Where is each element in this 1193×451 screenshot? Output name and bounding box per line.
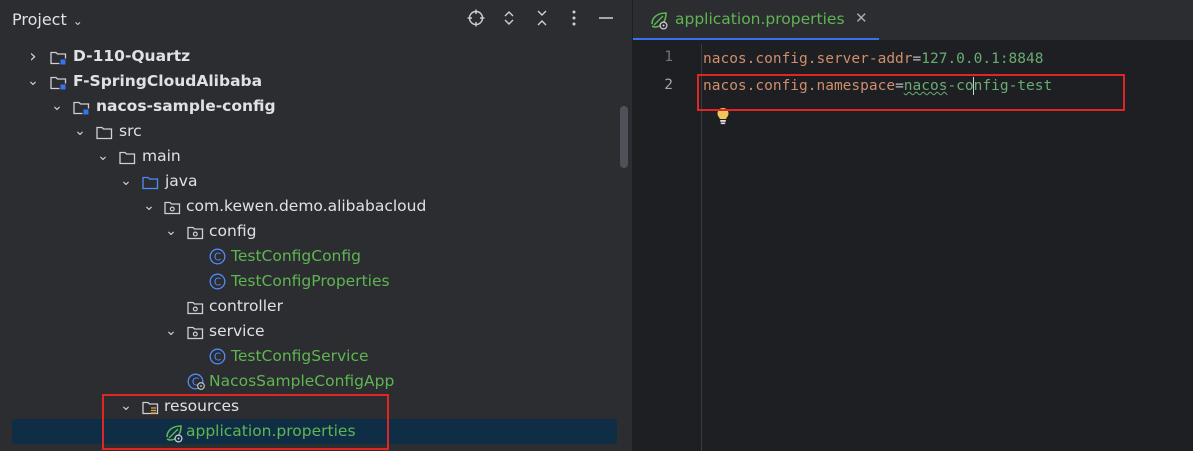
tree-item-testconfigconfig[interactable]: C TestConfigConfig [0, 244, 620, 269]
chevron-right-icon[interactable]: › [26, 44, 40, 69]
property-value: 127.0.0.1:8848 [921, 51, 1044, 67]
module-folder-icon [50, 73, 67, 91]
chevron-down-icon[interactable]: ⌄ [142, 194, 156, 219]
tab-label: application.properties [675, 10, 845, 28]
tree-item-label: NacosSampleConfigApp [209, 372, 395, 390]
chevron-down-icon[interactable]: ⌄ [50, 94, 64, 119]
tree-item-service[interactable]: ⌄ service [0, 319, 620, 344]
line-number-gutter: 1 2 [633, 44, 702, 451]
package-icon [187, 323, 204, 340]
tree-item-d-110-quartz[interactable]: › D-110-Quartz [0, 44, 620, 69]
chevron-down-icon[interactable]: ⌄ [164, 319, 178, 344]
package-icon [187, 223, 204, 240]
editor-tab-bar: application.properties ✕ [633, 0, 1193, 40]
svg-text:C: C [214, 251, 221, 263]
more-icon[interactable] [562, 8, 586, 32]
tree-item-label: TestConfigProperties [231, 272, 390, 290]
project-title-label: Project [12, 10, 67, 29]
collapse-icon[interactable] [530, 8, 554, 32]
tree-item-testconfigproperties[interactable]: C TestConfigProperties [0, 269, 620, 294]
close-icon[interactable]: ✕ [855, 9, 868, 27]
tree-scrollbar[interactable] [620, 106, 628, 168]
svg-text:C: C [214, 276, 221, 288]
editor-pane: application.properties ✕ 1 2 nacos.confi… [633, 0, 1193, 451]
chevron-down-icon[interactable]: ⌄ [119, 169, 133, 194]
line-number: 1 [664, 49, 673, 65]
tree-item-src[interactable]: ⌄ src [0, 119, 620, 144]
chevron-down-icon: ⌄ [72, 14, 83, 28]
tree-item-nacossampleconfigapp[interactable]: C NacosSampleConfigApp [0, 369, 620, 394]
tree-item-label: main [142, 147, 181, 165]
equals-sign: = [912, 51, 922, 67]
tree-item-label: nacos-sample-config [96, 97, 276, 115]
project-tree: › D-110-Quartz ⌄ F-SpringCloudAlibaba ⌄ nacos… [0, 44, 632, 451]
tree-item-label: src [119, 122, 142, 140]
highlight-box [102, 394, 389, 450]
chevron-down-icon[interactable]: ⌄ [96, 144, 110, 169]
tree-item-label: config [209, 222, 257, 240]
tree-item-label: D-110-Quartz [73, 47, 191, 65]
tree-item-main[interactable]: ⌄ main [0, 144, 620, 169]
spring-boot-class-icon: C [187, 373, 205, 390]
project-view-selector[interactable]: Project ⌄ [12, 10, 83, 29]
tree-item-config[interactable]: ⌄ config [0, 219, 620, 244]
package-icon [164, 198, 181, 215]
tree-item-label: java [165, 172, 198, 190]
tree-item-java[interactable]: ⌄ java [0, 169, 620, 194]
module-folder-icon [50, 48, 67, 66]
tree-item-label: TestConfigConfig [231, 247, 361, 265]
tree-item-label: controller [209, 297, 283, 315]
package-icon [187, 298, 204, 315]
svg-text:C: C [214, 351, 221, 363]
tree-item-com-kewen-demo-alibabacloud[interactable]: ⌄ com.kewen.demo.alibabacloud [0, 194, 620, 219]
line-number: 2 [664, 77, 673, 93]
tree-item-label: F-SpringCloudAlibaba [73, 72, 263, 90]
folder-icon [119, 148, 136, 165]
tree-item-label: service [209, 322, 265, 340]
highlight-box [697, 74, 1125, 111]
chevron-down-icon[interactable]: ⌄ [26, 69, 40, 94]
expand-icon[interactable] [497, 8, 521, 32]
chevron-down-icon[interactable]: ⌄ [73, 119, 87, 144]
module-folder-icon [73, 98, 90, 116]
folder-icon [96, 123, 113, 140]
tree-item-label: com.kewen.demo.alibabacloud [186, 197, 427, 215]
tree-item-label: TestConfigService [231, 347, 369, 365]
class-icon: C [209, 273, 226, 290]
class-icon: C [209, 348, 226, 365]
class-icon: C [209, 248, 226, 265]
tree-item-nacos-sample-config[interactable]: ⌄ nacos-sample-config [0, 94, 620, 119]
project-tool-window: Project ⌄ › D-110-Quartz ⌄ F-SpringCloudAlib… [0, 0, 632, 451]
tree-item-controller[interactable]: controller [0, 294, 620, 319]
crosshair-icon[interactable] [464, 8, 488, 32]
minimize-icon[interactable] [594, 8, 618, 32]
chevron-down-icon[interactable]: ⌄ [164, 219, 178, 244]
code-line: nacos.config.server-addr=127.0.0.1:8848 [703, 47, 1043, 72]
property-key: nacos.config.server-addr [703, 51, 913, 67]
spring-properties-icon [649, 10, 669, 34]
tree-item-f-springcloudalibaba[interactable]: ⌄ F-SpringCloudAlibaba [0, 69, 620, 94]
tab-application-properties[interactable]: application.properties ✕ [633, 0, 879, 40]
project-header: Project ⌄ [0, 0, 632, 40]
source-folder-icon [142, 173, 159, 190]
tree-item-testconfigservice[interactable]: C TestConfigService [0, 344, 620, 369]
